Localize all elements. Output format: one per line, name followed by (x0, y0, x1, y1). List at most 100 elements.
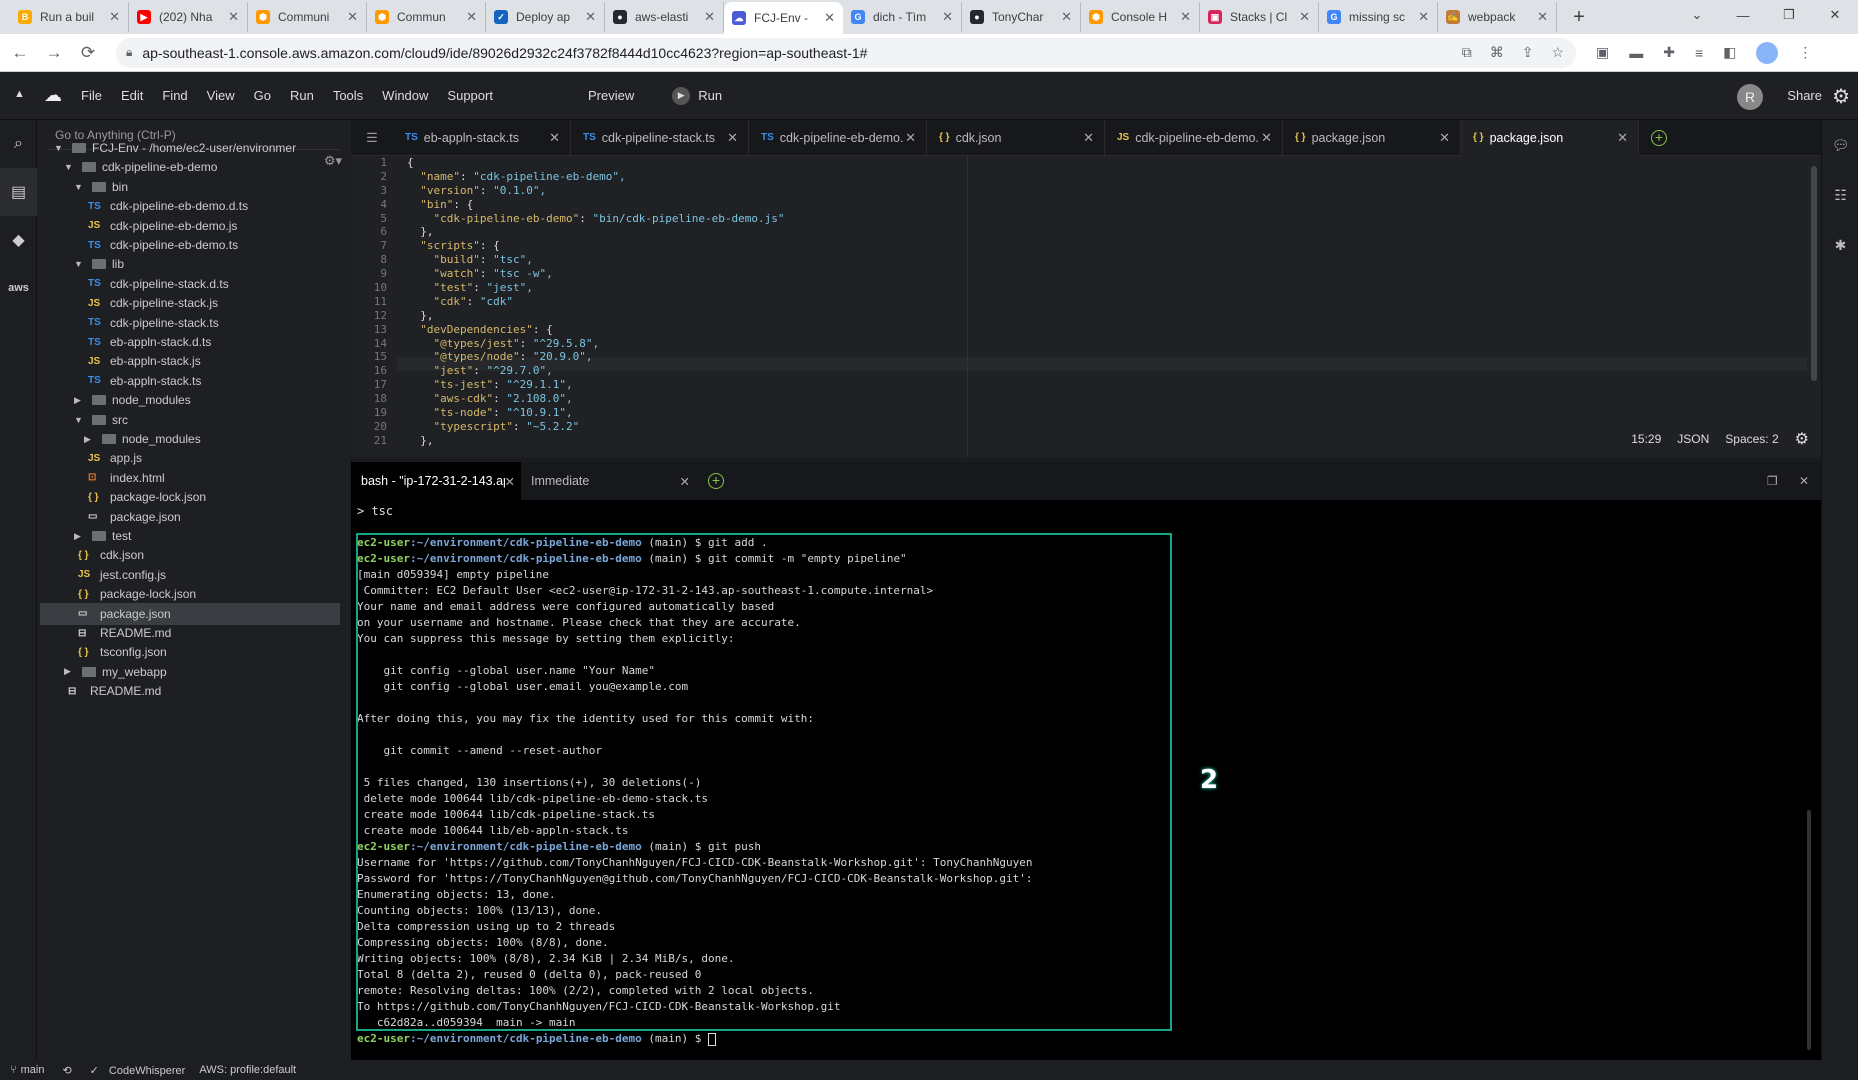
tab-close-icon[interactable]: ✕ (466, 9, 477, 25)
puzzle-icon[interactable]: ✚ (1663, 44, 1675, 61)
tab-close-icon[interactable]: ✕ (1061, 9, 1072, 25)
aws-profile[interactable]: AWS: profile:default (199, 1064, 296, 1076)
tab-close-icon[interactable]: ✕ (549, 130, 560, 146)
codewhisperer-status[interactable]: ✓ CodeWhisperer (90, 1064, 186, 1077)
editor-tab[interactable]: TS cdk-pipeline-eb-demo. ✕ (749, 119, 927, 156)
address-bar[interactable]: 🔒︎ ap-southeast-1.console.aws.amazon.com… (116, 37, 1576, 68)
back-icon[interactable]: ← (6, 43, 34, 63)
chevron-right-icon[interactable]: ▶ (64, 666, 76, 677)
code-editor[interactable]: 1 2 3 4 5 6 7 8 9 10 11 12 13 14 15 16 17 18 19 20 21 { "nam… (351, 156, 1821, 457)
terminal-extension-icon[interactable]: ▬ (1629, 45, 1643, 61)
menu-item[interactable]: File (81, 88, 102, 103)
chevron-right-icon[interactable]: ▶ (74, 531, 86, 542)
translate-icon[interactable]: ⌘ (1490, 44, 1504, 61)
menu-item[interactable]: Edit (121, 88, 143, 103)
chevron-down-icon[interactable]: ▼ (64, 162, 76, 172)
run-button[interactable]: ▶ Run (672, 86, 722, 105)
maximize-panel-icon[interactable]: ❐ (1767, 474, 1778, 488)
install-icon[interactable]: ⧉ (1462, 44, 1472, 61)
browser-tab[interactable]: ✓ Deploy ap ✕ (486, 2, 605, 32)
new-tab-button[interactable]: + (1565, 3, 1593, 31)
browser-tab[interactable]: ● aws-elasti ✕ (605, 2, 724, 32)
preview-button[interactable]: Preview (588, 88, 634, 103)
cursor-position[interactable]: 15:29 (1631, 432, 1661, 446)
terminal[interactable]: > tsc ec2-user:~/environment/cdk-pipelin… (351, 500, 1821, 1060)
share-page-icon[interactable]: ⇪ (1522, 44, 1534, 61)
browser-tab[interactable]: ▶ (202) Nha ✕ (129, 2, 248, 32)
tab-close-icon[interactable]: ✕ (1261, 130, 1272, 146)
tab-close-icon[interactable]: ✕ (1299, 9, 1310, 25)
minimize-icon[interactable]: — (1720, 8, 1766, 23)
editor-tab[interactable]: { } package.json ✕ (1461, 119, 1639, 156)
browser-tab[interactable]: Gdich - Tìm ✕ (843, 2, 962, 32)
tab-close-icon[interactable]: ✕ (1180, 9, 1191, 25)
tab-close-icon[interactable]: ✕ (1439, 130, 1450, 146)
terminal-scrollbar[interactable] (1807, 810, 1811, 1050)
bookmark-star-icon[interactable]: ☆ (1551, 44, 1564, 61)
chevron-down-icon[interactable]: ▼ (74, 415, 86, 425)
terminal-tab[interactable]: bash - "ip-172-31-2-143.ap ✕ (351, 462, 521, 500)
tab-close-icon[interactable]: ✕ (347, 9, 358, 25)
collaborate-icon[interactable]: 💬︎ (1822, 120, 1858, 170)
chevron-down-icon[interactable]: ▼ (74, 259, 86, 269)
sync-icon[interactable]: ⟲ (62, 1064, 71, 1077)
tab-close-icon[interactable]: ✕ (824, 10, 835, 26)
search-icon[interactable]: ⌕ (0, 120, 37, 168)
browser-tab[interactable]: Gmissing sc ✕ (1319, 2, 1438, 32)
cloud9-logo-icon[interactable]: ☁ (44, 85, 62, 106)
menu-item[interactable]: Run (290, 88, 314, 103)
close-panel-icon[interactable]: ✕ (1799, 474, 1809, 488)
environment-icon[interactable]: ▤ (0, 168, 37, 216)
browser-tab[interactable]: ● TonyChar ✕ (962, 2, 1081, 32)
tab-close-icon[interactable]: ✕ (1537, 9, 1548, 25)
debugger-icon[interactable]: ✱ (1822, 220, 1858, 270)
tab-close-icon[interactable]: ✕ (905, 130, 916, 146)
new-terminal-tab-icon[interactable]: + (708, 473, 724, 489)
indent-setting[interactable]: Spaces: 2 (1725, 432, 1778, 446)
extension-icon[interactable]: ▣ (1596, 44, 1609, 61)
browser-tab[interactable]: ⬢ Console H ✕ (1081, 2, 1200, 32)
tab-close-icon[interactable]: ✕ (585, 9, 596, 25)
profile-avatar[interactable] (1756, 41, 1779, 64)
reload-icon[interactable]: ⟳ (74, 43, 102, 63)
editor-tab[interactable]: TS eb-appln-stack.ts ✕ (393, 119, 571, 156)
tab-close-icon[interactable]: ✕ (727, 130, 738, 146)
chevron-right-icon[interactable]: ▶ (84, 434, 96, 445)
menu-item[interactable]: View (207, 88, 235, 103)
browser-tab[interactable]: ☁ FCJ-Env - ✕ (724, 2, 843, 34)
editor-tab[interactable]: { } cdk.json ✕ (927, 119, 1105, 156)
menu-item[interactable]: Support (447, 88, 493, 103)
menu-item[interactable]: Find (162, 88, 187, 103)
chevron-down-icon[interactable]: ▼ (74, 182, 86, 192)
browser-tab[interactable]: ⬢ Communi ✕ (248, 2, 367, 32)
tab-close-icon[interactable]: ✕ (109, 9, 120, 25)
preferences-gear-icon[interactable]: ⚙ (1832, 84, 1850, 109)
git-icon[interactable]: ◆ (0, 216, 37, 264)
tab-close-icon[interactable]: ✕ (228, 9, 239, 25)
tab-close-icon[interactable]: ✕ (1617, 130, 1628, 146)
editor-scrollbar[interactable] (1811, 166, 1817, 381)
outline-icon[interactable]: ☷ (1822, 170, 1858, 220)
tab-close-icon[interactable]: ✕ (704, 9, 715, 25)
git-branch-icon[interactable]: ⑂ (10, 1064, 17, 1076)
editor-tab[interactable]: { } package.json ✕ (1283, 119, 1461, 156)
user-avatar[interactable]: R (1737, 84, 1763, 110)
browser-tab[interactable]: ✍ webpack ✕ (1438, 2, 1557, 32)
menu-item[interactable]: Go (254, 88, 271, 103)
browser-tab[interactable]: ⬢ Commun ✕ (367, 2, 486, 32)
tab-close-icon[interactable]: ✕ (1083, 130, 1094, 146)
menu-item[interactable]: Tools (333, 88, 363, 103)
new-editor-tab-icon[interactable]: + (1651, 129, 1667, 146)
maximize-icon[interactable]: ❐ (1766, 7, 1812, 23)
tab-close-icon[interactable]: ✕ (942, 9, 953, 25)
tab-close-icon[interactable]: ✕ (505, 474, 515, 489)
browser-tab[interactable]: ▣ Stacks | Cl ✕ (1200, 2, 1319, 32)
lock-icon[interactable]: 🔒︎ (126, 45, 132, 60)
file-item[interactable]: ⊟ README.md (40, 680, 340, 702)
browser-tab[interactable]: B Run a buil ✕ (10, 2, 129, 32)
editor-settings-gear-icon[interactable]: ⚙ (1795, 429, 1809, 449)
forward-icon[interactable]: → (40, 43, 68, 63)
close-window-icon[interactable]: ✕ (1812, 7, 1858, 23)
browser-menu-icon[interactable]: ⋮ (1798, 44, 1812, 61)
menu-item[interactable]: Window (382, 88, 428, 103)
